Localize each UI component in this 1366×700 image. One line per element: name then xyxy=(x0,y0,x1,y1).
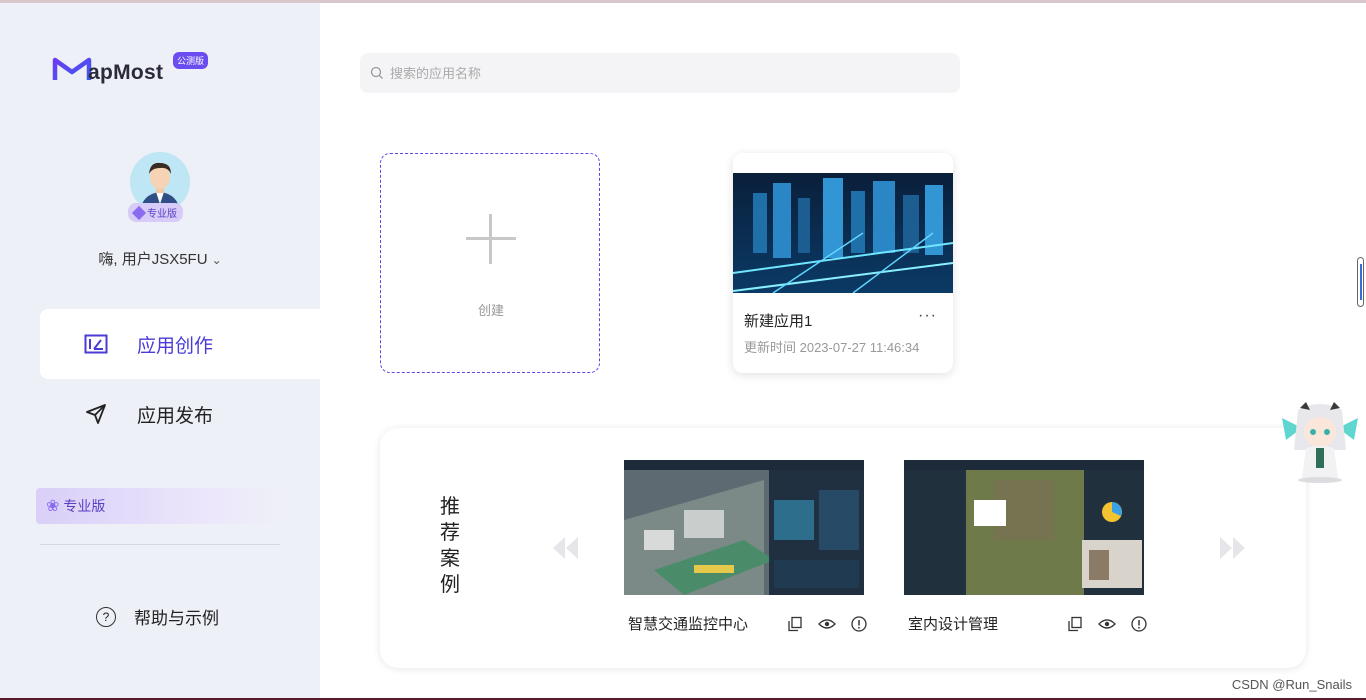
case-actions xyxy=(786,615,868,633)
info-icon[interactable] xyxy=(850,615,868,633)
preview-eye-icon[interactable] xyxy=(1098,615,1116,633)
brand-logo[interactable]: apMost xyxy=(52,55,163,85)
mascot-character-icon[interactable] xyxy=(1276,400,1364,484)
create-app-card[interactable]: 创建 xyxy=(380,153,600,373)
nav-item-app-create[interactable]: 应用创作 xyxy=(40,309,320,379)
help-label: 帮助与示例 xyxy=(134,609,219,628)
search-icon xyxy=(370,66,383,79)
lotus-icon: ❀ xyxy=(46,498,60,515)
case-actions xyxy=(1066,615,1148,633)
app-card[interactable]: 新建应用1 ··· 更新时间 2023-07-27 11:46:34 xyxy=(733,153,953,373)
search-input[interactable] xyxy=(390,65,890,81)
create-label: 创建 xyxy=(477,303,504,318)
recommend-title: 推荐案例 xyxy=(440,496,460,596)
pro-banner-label: 专业版 xyxy=(63,498,106,514)
case-card[interactable]: 室内设计管理 xyxy=(904,460,1147,633)
copy-icon[interactable] xyxy=(1066,615,1084,633)
preview-eye-icon[interactable] xyxy=(818,615,836,633)
info-icon[interactable] xyxy=(1130,615,1148,633)
case-footer: 室内设计管理 xyxy=(908,613,1148,634)
plus-icon xyxy=(466,214,516,264)
case-card[interactable]: 智慧交通监控中心 xyxy=(624,460,867,633)
brand-name: apMost xyxy=(88,61,164,84)
app-thumbnail xyxy=(733,173,953,293)
scrollbar-thumb[interactable] xyxy=(1357,257,1364,307)
case-name: 室内设计管理 xyxy=(908,616,999,633)
case-thumbnail xyxy=(624,460,864,595)
watermark: CSDN @Run_Snails xyxy=(1231,677,1352,692)
beta-badge: 公测版 xyxy=(173,52,209,69)
app-updated-time: 更新时间 2023-07-27 11:46:34 xyxy=(744,340,920,355)
user-greeting: 嗨, 用户JSX5FU xyxy=(98,251,208,268)
sidebar-divider xyxy=(40,544,280,545)
help-link[interactable]: ? 帮助与示例 xyxy=(96,604,219,629)
carousel-prev-icon[interactable] xyxy=(550,535,580,561)
carousel-next-icon[interactable] xyxy=(1218,535,1248,561)
pro-edition-banner[interactable]: ❀ 专业版 xyxy=(36,488,284,524)
user-menu[interactable]: 嗨, 用户JSX5FU ⌄ xyxy=(0,248,320,269)
question-icon: ? xyxy=(96,606,116,627)
nav-label: 应用发布 xyxy=(137,405,214,427)
nav-item-app-publish[interactable]: 应用发布 xyxy=(40,379,320,449)
copy-icon[interactable] xyxy=(786,615,804,633)
case-footer: 智慧交通监控中心 xyxy=(628,613,868,634)
chevron-down-icon: ⌄ xyxy=(211,253,222,267)
edit-board-icon xyxy=(83,331,109,357)
tier-badge-label: 专业版 xyxy=(147,209,177,220)
case-name: 智慧交通监控中心 xyxy=(628,616,749,633)
tier-badge: 专业版 xyxy=(128,203,183,222)
more-options-icon[interactable]: ··· xyxy=(918,307,937,325)
gem-icon xyxy=(131,205,147,220)
app-title: 新建应用1 xyxy=(744,313,813,330)
mapmost-logo-icon xyxy=(52,57,92,80)
nav-label: 应用创作 xyxy=(137,335,214,357)
case-thumbnail xyxy=(904,460,1144,595)
search-bar[interactable] xyxy=(360,53,960,93)
send-icon xyxy=(83,401,109,427)
